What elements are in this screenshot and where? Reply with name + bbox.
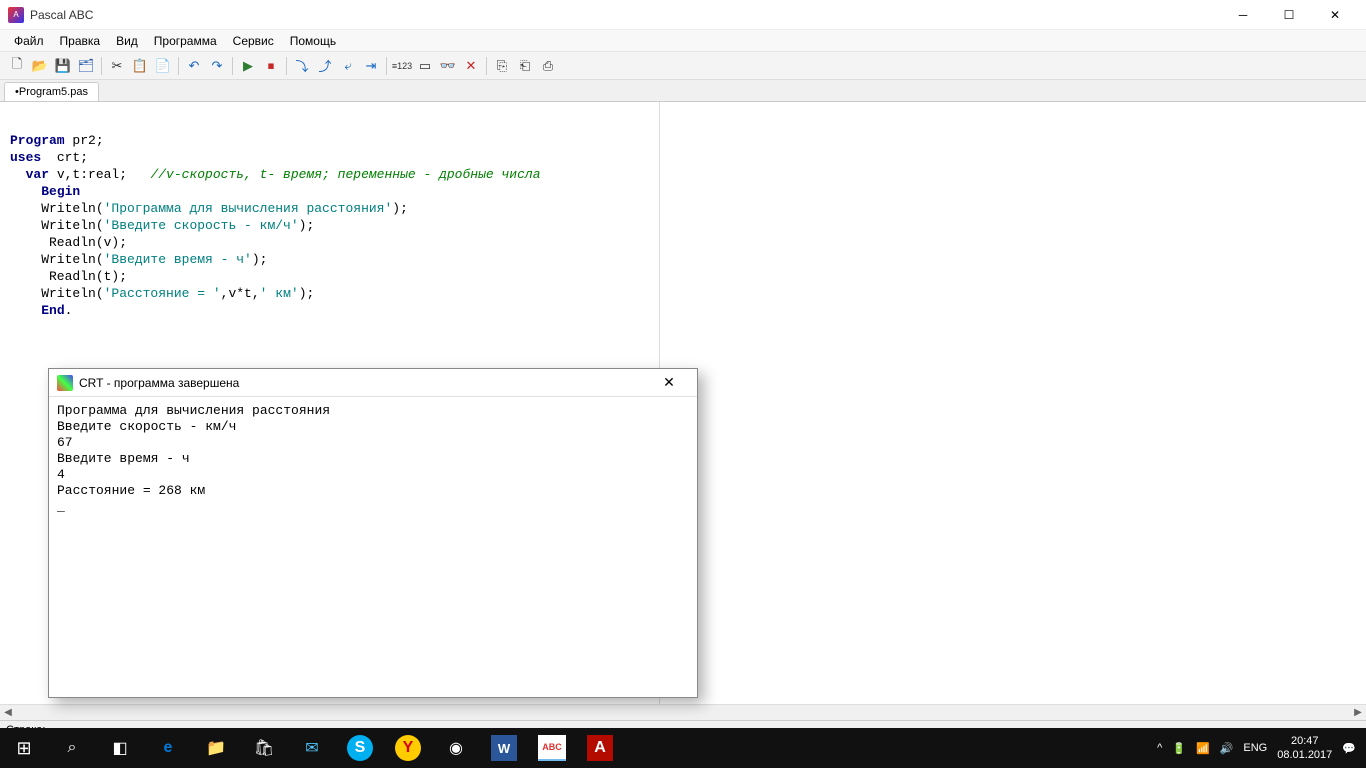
menu-help[interactable]: Помощь [282, 31, 344, 51]
window-controls: ─ ☐ ✕ [1220, 0, 1358, 30]
scroll-left-icon[interactable]: ◀ [0, 707, 16, 718]
tray-notifications-icon[interactable]: 💬 [1342, 742, 1356, 755]
scroll-right-icon[interactable]: ▶ [1350, 707, 1366, 718]
crt-output[interactable]: Программа для вычисления расстояния Введ… [49, 397, 697, 697]
save-icon[interactable]: 💾 [52, 55, 74, 77]
comment: //v-скорость, t- время; переменные - дро… [150, 167, 540, 182]
tab-program5[interactable]: •Program5.pas [4, 82, 99, 101]
separator [386, 57, 387, 75]
kw-uses: uses [10, 150, 41, 165]
tray-time: 20:47 [1277, 734, 1332, 748]
output1-icon[interactable]: ⎘ [491, 55, 513, 77]
crt-close-button[interactable]: ✕ [649, 369, 689, 397]
explorer-icon[interactable]: 📁 [192, 728, 240, 768]
menubar: Файл Правка Вид Программа Сервис Помощь [0, 30, 1366, 52]
stop-icon[interactable]: ⏹ [260, 55, 282, 77]
step-over-icon[interactable]: ⤴ [314, 55, 336, 77]
tray-up-icon[interactable]: ^ [1157, 742, 1162, 754]
tray-date: 08.01.2017 [1277, 748, 1332, 762]
window-title: Pascal ABC [30, 8, 1220, 22]
right-pane [660, 102, 1366, 704]
yandex-icon[interactable]: Y [395, 735, 421, 761]
watch-icon[interactable]: 👓 [437, 55, 459, 77]
tray-clock[interactable]: 20:47 08.01.2017 [1277, 734, 1332, 762]
tray-battery-icon[interactable]: 🔋 [1172, 742, 1186, 755]
code-content[interactable]: Program pr2; uses crt; var v,t:real; //v… [0, 102, 659, 329]
crt-titlebar[interactable]: CRT - программа завершена ✕ [49, 369, 697, 397]
crt-dialog[interactable]: CRT - программа завершена ✕ Программа дл… [48, 368, 698, 698]
maximize-button[interactable]: ☐ [1266, 0, 1312, 30]
app-icon: A [8, 7, 24, 23]
run-icon[interactable]: ▶ [237, 55, 259, 77]
new-file-icon[interactable]: 🗋 [6, 55, 28, 77]
taskbar: ⊞ ⌕ ◧ e 📁 🛍 ✉ S Y ◉ W ABC A ^ 🔋 📶 🔊 ENG … [0, 728, 1366, 768]
undo-icon[interactable]: ↶ [183, 55, 205, 77]
taskview-icon[interactable]: ◧ [96, 728, 144, 768]
titlebar: A Pascal ABC ─ ☐ ✕ [0, 0, 1366, 30]
acrobat-icon[interactable]: A [587, 735, 613, 761]
editor-tabs: •Program5.pas [0, 80, 1366, 102]
string-literal: 'Введите скорость - км/ч' [104, 218, 299, 233]
separator [101, 57, 102, 75]
crt-title: CRT - программа завершена [79, 376, 649, 390]
kw-end: End [41, 303, 64, 318]
clear-icon[interactable]: ✕ [460, 55, 482, 77]
menu-edit[interactable]: Правка [52, 31, 109, 51]
toolbar: 🗋 📂 💾 🗂 ✂ 📋 📄 ↶ ↷ ▶ ⏹ ⤵ ⤴ ⤶ ⇥ ≡123 ▭ 👓 ✕… [0, 52, 1366, 80]
cut-icon[interactable]: ✂ [106, 55, 128, 77]
crt-app-icon [57, 375, 73, 391]
step-into-icon[interactable]: ⤵ [291, 55, 313, 77]
store-icon[interactable]: 🛍 [240, 728, 288, 768]
menu-file[interactable]: Файл [6, 31, 52, 51]
chrome-icon[interactable]: ◉ [432, 728, 480, 768]
window-icon[interactable]: ▭ [414, 55, 436, 77]
separator [286, 57, 287, 75]
copy-icon[interactable]: 📋 [129, 55, 151, 77]
string-literal: ' км' [260, 286, 299, 301]
mail-icon[interactable]: ✉ [288, 728, 336, 768]
separator [232, 57, 233, 75]
string-literal: 'Расстояние = ' [104, 286, 221, 301]
start-button[interactable]: ⊞ [0, 728, 48, 768]
pascal-icon[interactable]: ABC [538, 735, 566, 761]
edge-icon[interactable]: e [144, 728, 192, 768]
variables-icon[interactable]: ≡123 [391, 55, 413, 77]
separator [486, 57, 487, 75]
kw-begin: Begin [41, 184, 80, 199]
search-icon[interactable]: ⌕ [48, 728, 96, 768]
redo-icon[interactable]: ↷ [206, 55, 228, 77]
open-file-icon[interactable]: 📂 [29, 55, 51, 77]
paste-icon[interactable]: 📄 [152, 55, 174, 77]
separator [178, 57, 179, 75]
kw-var: var [26, 167, 49, 182]
string-literal: 'Программа для вычисления расстояния' [104, 201, 393, 216]
string-literal: 'Введите время - ч' [104, 252, 252, 267]
tray-language[interactable]: ENG [1243, 742, 1267, 754]
saveall-icon[interactable]: 🗂 [75, 55, 97, 77]
output2-icon[interactable]: ⎗ [514, 55, 536, 77]
menu-service[interactable]: Сервис [225, 31, 282, 51]
kw-program: Program [10, 133, 65, 148]
close-button[interactable]: ✕ [1312, 0, 1358, 30]
menu-view[interactable]: Вид [108, 31, 146, 51]
skype-icon[interactable]: S [347, 735, 373, 761]
menu-program[interactable]: Программа [146, 31, 225, 51]
step-out-icon[interactable]: ⤶ [337, 55, 359, 77]
minimize-button[interactable]: ─ [1220, 0, 1266, 30]
tray-volume-icon[interactable]: 🔊 [1220, 742, 1234, 755]
system-tray: ^ 🔋 📶 🔊 ENG 20:47 08.01.2017 💬 [1147, 734, 1366, 762]
horizontal-scrollbar[interactable]: ◀ ▶ [0, 704, 1366, 720]
word-icon[interactable]: W [491, 735, 517, 761]
tray-network-icon[interactable]: 📶 [1196, 742, 1210, 755]
run-to-cursor-icon[interactable]: ⇥ [360, 55, 382, 77]
output3-icon[interactable]: ⎙ [537, 55, 559, 77]
